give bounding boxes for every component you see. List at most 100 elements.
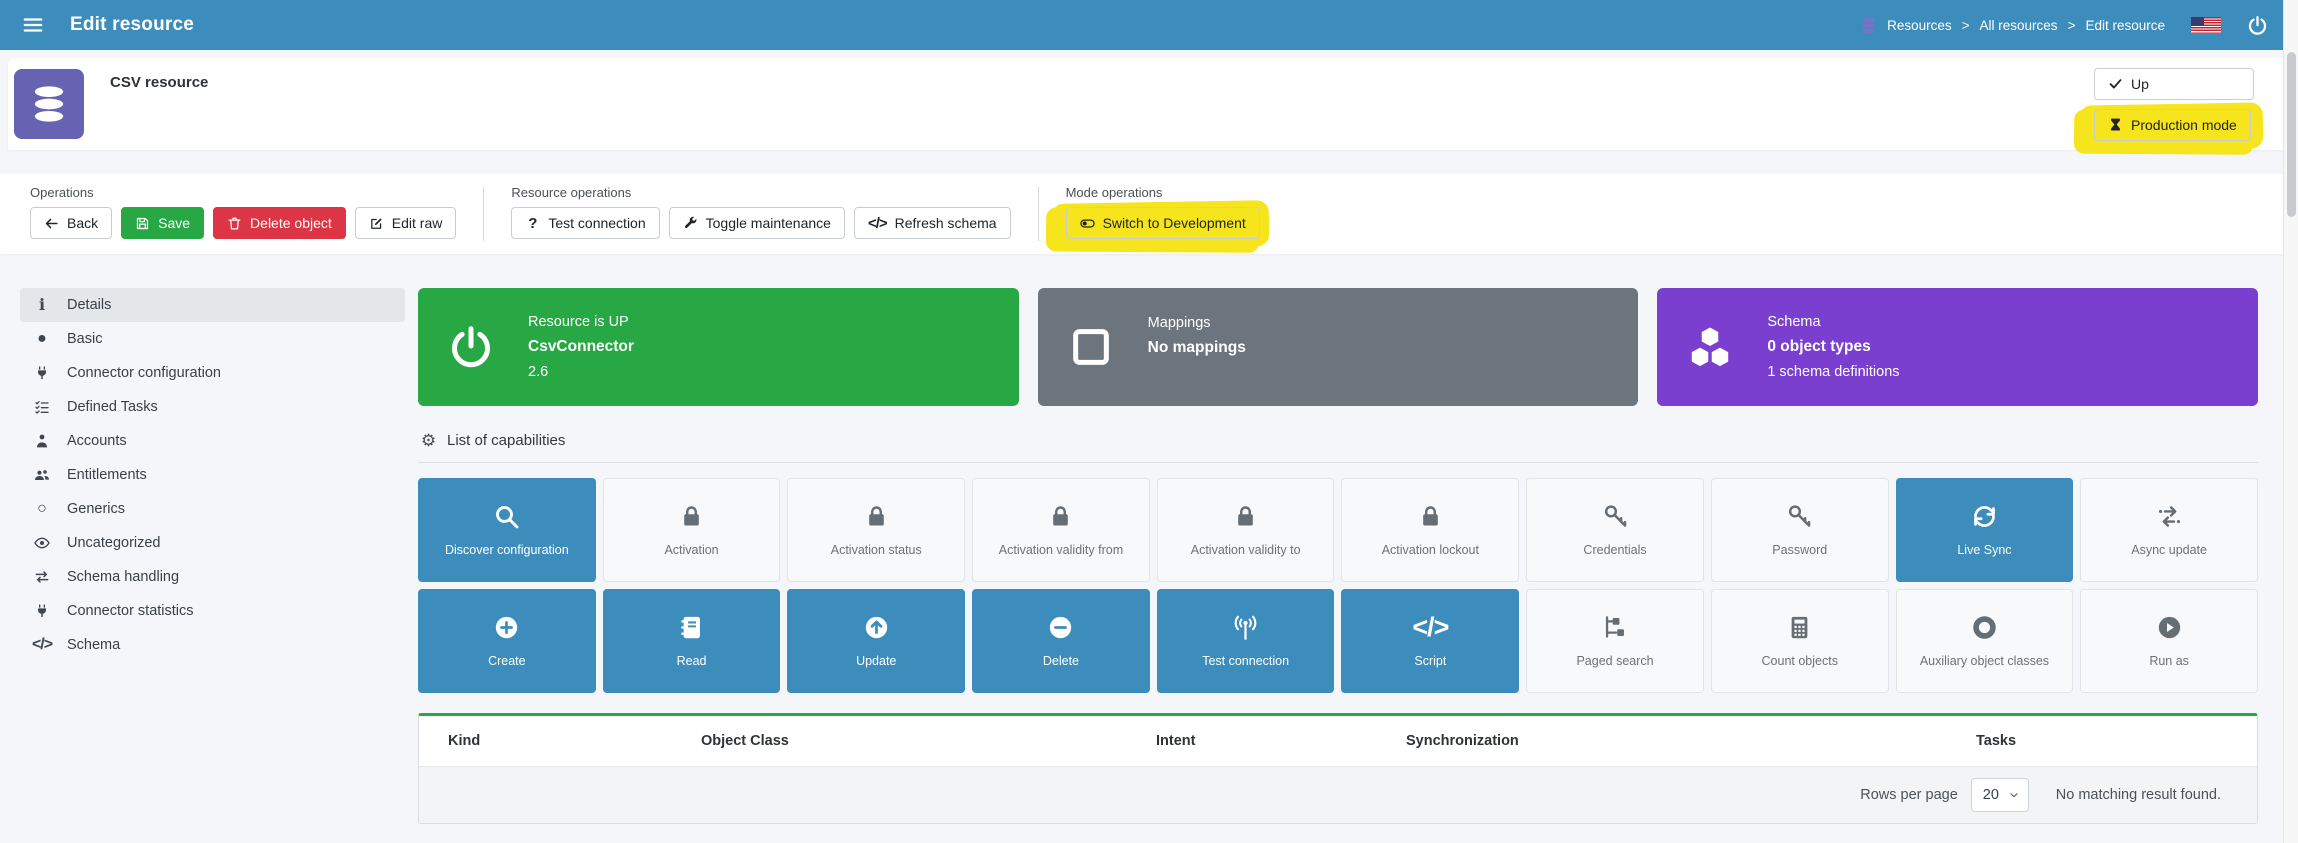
- chevron-down-icon: [2008, 789, 2020, 801]
- square-outline-icon: [1068, 324, 1114, 370]
- sidebar-item-connector-configuration[interactable]: Connector configuration: [20, 356, 405, 390]
- capability-delete[interactable]: Delete: [972, 589, 1150, 693]
- floppy-save-icon: [135, 216, 150, 231]
- capability-async-update[interactable]: Async update: [2080, 478, 2258, 582]
- switch-to-development-button[interactable]: Switch to Development: [1065, 207, 1260, 239]
- code-icon: </>: [1412, 611, 1449, 642]
- capability-activation-status[interactable]: Activation status: [787, 478, 966, 582]
- save-button[interactable]: Save: [121, 207, 205, 239]
- sidebar-item-accounts[interactable]: Accounts: [20, 424, 405, 458]
- rows-per-page-select[interactable]: 20: [1970, 778, 2029, 812]
- group-label: Resource operations: [511, 185, 632, 200]
- capability-count-objects[interactable]: Count objects: [1710, 589, 1889, 693]
- key-icon: [1602, 503, 1629, 530]
- breadcrumb-item-resources[interactable]: Resources: [1887, 18, 1952, 33]
- back-button[interactable]: Back: [30, 207, 113, 239]
- us-flag-icon[interactable]: [2191, 17, 2221, 33]
- toolbar-group-mode-operations: Mode operations Switch to Development: [1051, 185, 1270, 250]
- production-mode-button[interactable]: Production mode: [2094, 108, 2251, 141]
- sidebar-item-generics[interactable]: ○ Generics: [20, 492, 405, 526]
- capabilities-header: ⚙ List of capabilities: [420, 431, 566, 450]
- arrow-up-circle-icon: [863, 614, 890, 641]
- code-icon: </>: [31, 636, 53, 653]
- lock-icon: [678, 503, 705, 530]
- circle-outline-icon: ○: [37, 500, 47, 517]
- search-icon: [493, 503, 520, 530]
- async-arrows-icon: [2156, 503, 2183, 530]
- breadcrumb: Resources > All resources > Edit resourc…: [1860, 17, 2165, 34]
- capability-auxiliary-object-classes[interactable]: Auxiliary object classes: [1895, 589, 2074, 693]
- toggle-maintenance-button[interactable]: Toggle maintenance: [668, 207, 845, 239]
- page-title: Edit resource: [70, 14, 195, 35]
- capability-script[interactable]: </> Script: [1341, 589, 1520, 693]
- column-header-kind: Kind: [448, 733, 481, 749]
- breadcrumb-item-edit-resource: Edit resource: [2085, 17, 2165, 33]
- key-icon: [1786, 503, 1813, 530]
- toolbar: Operations Back Save Delete object Edit …: [0, 174, 2298, 254]
- toolbar-group-resource-operations: Resource operations ? Test connection To…: [511, 185, 1011, 241]
- capability-run-as[interactable]: Run as: [2080, 589, 2258, 693]
- edit-pencil-icon: [369, 216, 384, 231]
- circle-icon: ●: [37, 330, 47, 347]
- capability-credentials[interactable]: Credentials: [1526, 478, 1704, 582]
- capability-discover-configuration[interactable]: Discover configuration: [418, 478, 596, 582]
- hamburger-menu-icon[interactable]: [22, 14, 44, 36]
- tasks-icon: [32, 399, 52, 415]
- column-header-intent: Intent: [1156, 733, 1196, 749]
- edit-raw-button[interactable]: Edit raw: [354, 207, 457, 239]
- details-sidebar: i Details ● Basic Connector configuratio…: [20, 288, 405, 824]
- sidebar-item-basic[interactable]: ● Basic: [20, 322, 405, 356]
- sidebar-item-schema-handling[interactable]: Schema handling: [20, 560, 405, 594]
- up-status-button[interactable]: Up: [2094, 67, 2254, 100]
- sidebar-item-uncategorized[interactable]: Uncategorized: [20, 526, 405, 560]
- resource-header: CSV resource Up Production mode: [8, 58, 2290, 152]
- power-icon: [448, 324, 494, 370]
- lock-icon: [863, 503, 890, 530]
- sidebar-item-schema[interactable]: </> Schema: [20, 628, 405, 662]
- plug-icon: [32, 365, 52, 381]
- capabilities-grid: Discover configuration Activation Activa…: [418, 478, 2258, 693]
- card-subtitle: 2.6: [528, 364, 549, 380]
- check-icon: [2108, 76, 2123, 91]
- capability-update[interactable]: Update: [787, 589, 966, 693]
- refresh-schema-button[interactable]: </> Refresh schema: [853, 207, 1011, 239]
- sidebar-item-entitlements[interactable]: Entitlements: [20, 458, 405, 492]
- capability-live-sync[interactable]: Live Sync: [1895, 478, 2074, 582]
- toolbar-group-operations: Operations Back Save Delete object Edit …: [30, 185, 457, 241]
- sidebar-item-details[interactable]: i Details: [20, 288, 405, 322]
- resource-title: CSV resource: [110, 74, 209, 91]
- gear-icon: ⚙: [420, 431, 437, 450]
- capability-activation-validity-to[interactable]: Activation validity to: [1156, 478, 1335, 582]
- question-icon: ?: [528, 214, 538, 232]
- test-connection-button[interactable]: ? Test connection: [511, 207, 660, 239]
- scrollbar-thumb[interactable]: [2286, 52, 2296, 217]
- broadcast-tower-icon: [1232, 614, 1259, 641]
- trash-icon: [227, 216, 242, 231]
- wrench-icon: [683, 216, 698, 231]
- capability-paged-search[interactable]: Paged search: [1526, 589, 1704, 693]
- person-icon: [32, 433, 52, 449]
- capability-activation-lockout[interactable]: Activation lockout: [1341, 478, 1520, 582]
- delete-object-button[interactable]: Delete object: [213, 207, 346, 239]
- object-types-table: Kind Object Class Intent Synchronization…: [418, 713, 2258, 824]
- capability-read[interactable]: Read: [602, 589, 781, 693]
- database-icon: [1860, 17, 1877, 34]
- capability-password[interactable]: Password: [1710, 478, 1889, 582]
- power-logout-icon[interactable]: [2247, 15, 2268, 36]
- resource-status-card: Resource is UP CsvConnector 2.6: [418, 288, 1019, 406]
- capability-activation-validity-from[interactable]: Activation validity from: [972, 478, 1150, 582]
- capability-activation[interactable]: Activation: [602, 478, 781, 582]
- address-book-icon: [678, 614, 705, 641]
- sidebar-item-defined-tasks[interactable]: Defined Tasks: [20, 390, 405, 424]
- plus-circle-icon: [493, 614, 520, 641]
- calculator-icon: [1786, 614, 1813, 641]
- content-area: i Details ● Basic Connector configuratio…: [0, 254, 2298, 824]
- capability-test-connection[interactable]: Test connection: [1156, 589, 1335, 693]
- breadcrumb-item-all-resources[interactable]: All resources: [1980, 18, 2058, 33]
- group-label: Mode operations: [1065, 185, 1163, 200]
- capability-create[interactable]: Create: [418, 589, 596, 693]
- minus-circle-icon: [1047, 614, 1074, 641]
- column-header-tasks: Tasks: [1976, 733, 2017, 749]
- sidebar-item-connector-statistics[interactable]: Connector statistics: [20, 594, 405, 628]
- table-header-row: Kind Object Class Intent Synchronization…: [419, 716, 2257, 766]
